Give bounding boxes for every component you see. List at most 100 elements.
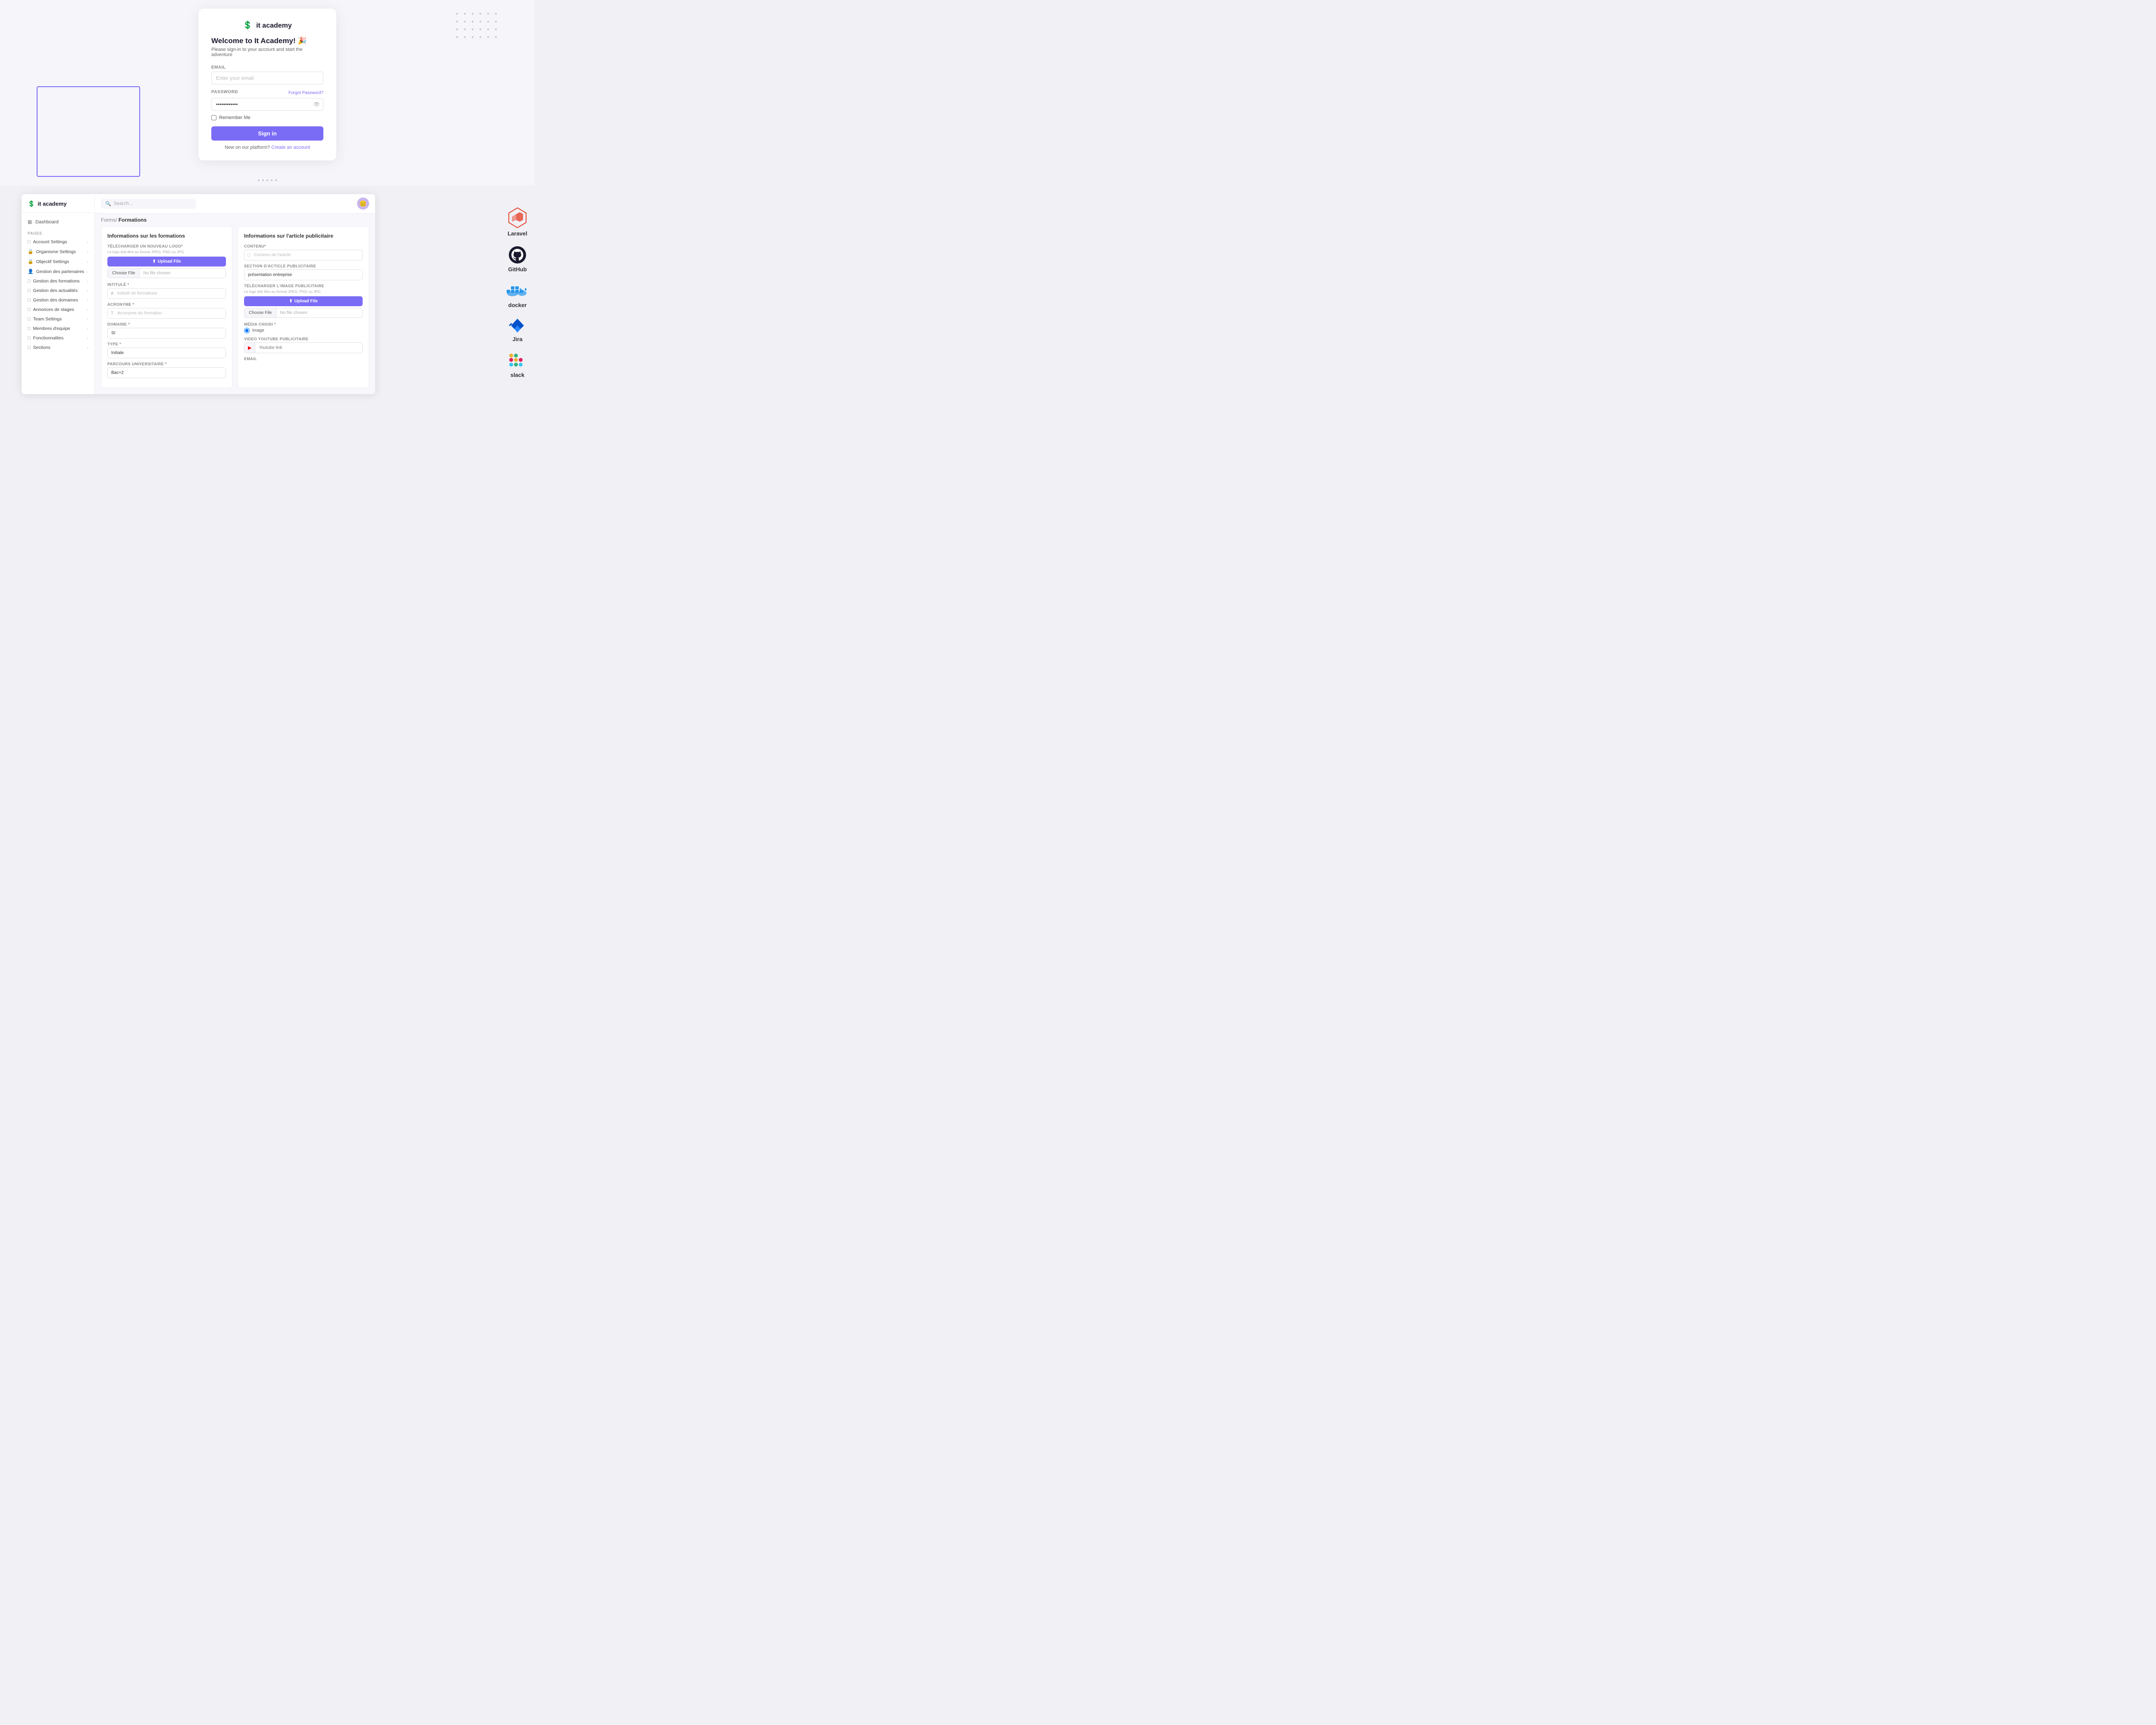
membres-icon: □ [28,326,31,331]
youtube-label: VIDEO YOUTUBE PUBLICITAIRE [244,337,363,341]
media-image-radio[interactable] [244,328,250,333]
image-upload-button[interactable]: ⬆ Upload File [244,296,363,306]
create-account-link[interactable]: Create an account [271,145,310,150]
logo-file-chooser: Choose File No file chosen [107,268,226,278]
intitule-label: INTITULÉ * [107,282,226,287]
formations-icon: □ [28,279,31,284]
acronyme-input[interactable] [107,308,226,319]
image-upload-hint: Le logo doit être au format JPEG, PNG ou… [244,289,363,294]
sign-in-button[interactable]: Sign in [211,126,323,141]
slack-logo-svg [507,351,528,370]
logo-upload-area: ⬆ Upload File Choose File No file chosen [107,257,226,278]
parcours-select[interactable]: Bac+2 [107,367,226,378]
section-label: SECTION D'ACTICLE PUBLICITAIRE [244,264,363,268]
acronyme-icon: T [111,311,113,316]
youtube-icon-box: ▶ [244,343,255,353]
search-box[interactable]: 🔍 [101,199,196,209]
avatar[interactable]: 😊 [357,198,369,210]
upload-icon-2: ⬆ [289,299,292,304]
sections-chevron: › [87,345,88,350]
remember-me-checkbox[interactable] [211,115,216,120]
logo-text: it academy [256,22,292,29]
docker-name: docker [508,302,527,308]
domaine-select[interactable]: SI [107,328,226,339]
sidebar-item-partenaires[interactable]: 👤 Gestion des partenaires › [22,267,94,276]
logo-choose-file-button[interactable]: Choose File [108,269,140,278]
sidebar-item-membres[interactable]: □ Membres d'equipe › [22,324,94,333]
jira-logo-svg [507,317,528,334]
breadcrumb-link[interactable]: Forms/ [101,217,117,223]
annonces-label: Annonces de stages [33,307,74,312]
logo-file-name: No file chosen [140,269,226,278]
sidebar-item-sections[interactable]: □ Sections › [22,343,94,352]
sidebar-item-objectif[interactable]: 🔒 Objectif Settings › [22,257,94,267]
organisme-label: Organisme Settings [36,249,76,254]
forgot-password-link[interactable]: Forgot Password? [288,91,323,95]
type-select[interactable]: Initiale [107,348,226,358]
objectif-label: Objectif Settings [36,259,69,264]
membres-chevron: › [87,326,88,331]
sidebar-item-fonctionnalites[interactable]: □ Fonctionnalites › [22,333,94,343]
slack-name: slack [511,372,525,378]
toggle-password-icon[interactable]: 👁 [313,101,320,107]
jira-name: Jira [512,336,522,342]
laravel-name: Laravel [508,230,527,237]
image-file-chooser: Choose File No file chosen [244,308,363,318]
youtube-row: ▶ [244,342,363,353]
dashboard-icon: ⊞ [28,219,32,225]
right-logos: Laravel GitHub docker [505,207,530,378]
jira-logo-box: Jira [507,317,528,342]
breadcrumb-current: Formations [119,217,147,223]
email-right-label: EMAIL [244,357,363,361]
sidebar-item-actualites[interactable]: □ Gestion des actualités › [22,286,94,295]
blue-border-decoration [37,86,140,177]
sidebar-logo-text: it academy [38,201,66,207]
sidebar-item-formations[interactable]: □ Gestion des formations › [22,276,94,286]
team-settings-label: Team Settings [33,317,62,322]
sections-label: Sections [33,345,50,350]
contenu-label: CONTENU* [244,244,363,248]
intitule-input[interactable] [107,288,226,299]
partenaires-chevron: › [87,270,88,274]
logo-upload-button[interactable]: ⬆ Upload File [107,257,226,267]
image-choose-file-button[interactable]: Choose File [244,308,276,317]
new-platform-text: New on our platform? [225,145,270,150]
contenu-icon: □ [248,253,250,257]
password-input[interactable] [211,98,323,111]
youtube-input[interactable] [255,343,362,352]
youtube-icon: ▶ [248,345,251,351]
sidebar-item-account-settings[interactable]: □ Account Settings › [22,237,94,247]
login-section: 💲 it academy Welcome to It Academy! 🎉 Pl… [0,0,535,185]
right-form-panel: Informations sur l'article publicitaire … [238,226,369,388]
slack-logo-box: slack [507,351,528,378]
sidebar: 💲 it academy ⊞ Dashboard PAGES □ Account… [22,194,95,394]
image-file-name: No file chosen [276,308,362,317]
sidebar-item-domaines[interactable]: □ Gestion des domaines › [22,295,94,305]
domaines-chevron: › [87,298,88,302]
type-label: TYPE * [107,342,226,346]
organisme-chevron: › [87,250,88,254]
team-settings-icon: □ [28,317,31,322]
laravel-logo-svg [507,207,528,229]
login-logo: 💲 it academy [211,21,323,30]
left-panel-title: Informations sur les formations [107,233,226,239]
media-image-label[interactable]: Image [252,328,264,333]
email-input[interactable] [211,72,323,85]
sidebar-item-organisme[interactable]: 🔒 Organisme Settings › [22,247,94,257]
logo-upload-hint: Le logo doit être au format JPEG, PNG ou… [107,250,226,254]
contenu-input[interactable] [244,250,363,260]
section-select[interactable]: présentation entreprise [244,270,363,280]
sidebar-logo: 💲 it academy [22,200,94,213]
team-settings-chevron: › [87,317,88,321]
sidebar-dashboard-item[interactable]: ⊞ Dashboard [22,216,94,228]
sidebar-item-team-settings[interactable]: □ Team Settings › [22,314,94,324]
acronyme-label: ACRONYME * [107,302,226,307]
remember-me-label[interactable]: Remember Me [219,115,251,120]
github-name: GitHub [508,266,526,273]
dashboard-label: Dashboard [35,220,59,225]
annonces-icon: □ [28,307,31,312]
search-input[interactable] [114,201,191,206]
annonces-chevron: › [87,307,88,312]
sidebar-item-annonces[interactable]: □ Annonces de stages › [22,305,94,314]
image-upload-button-label: Upload File [295,299,318,304]
